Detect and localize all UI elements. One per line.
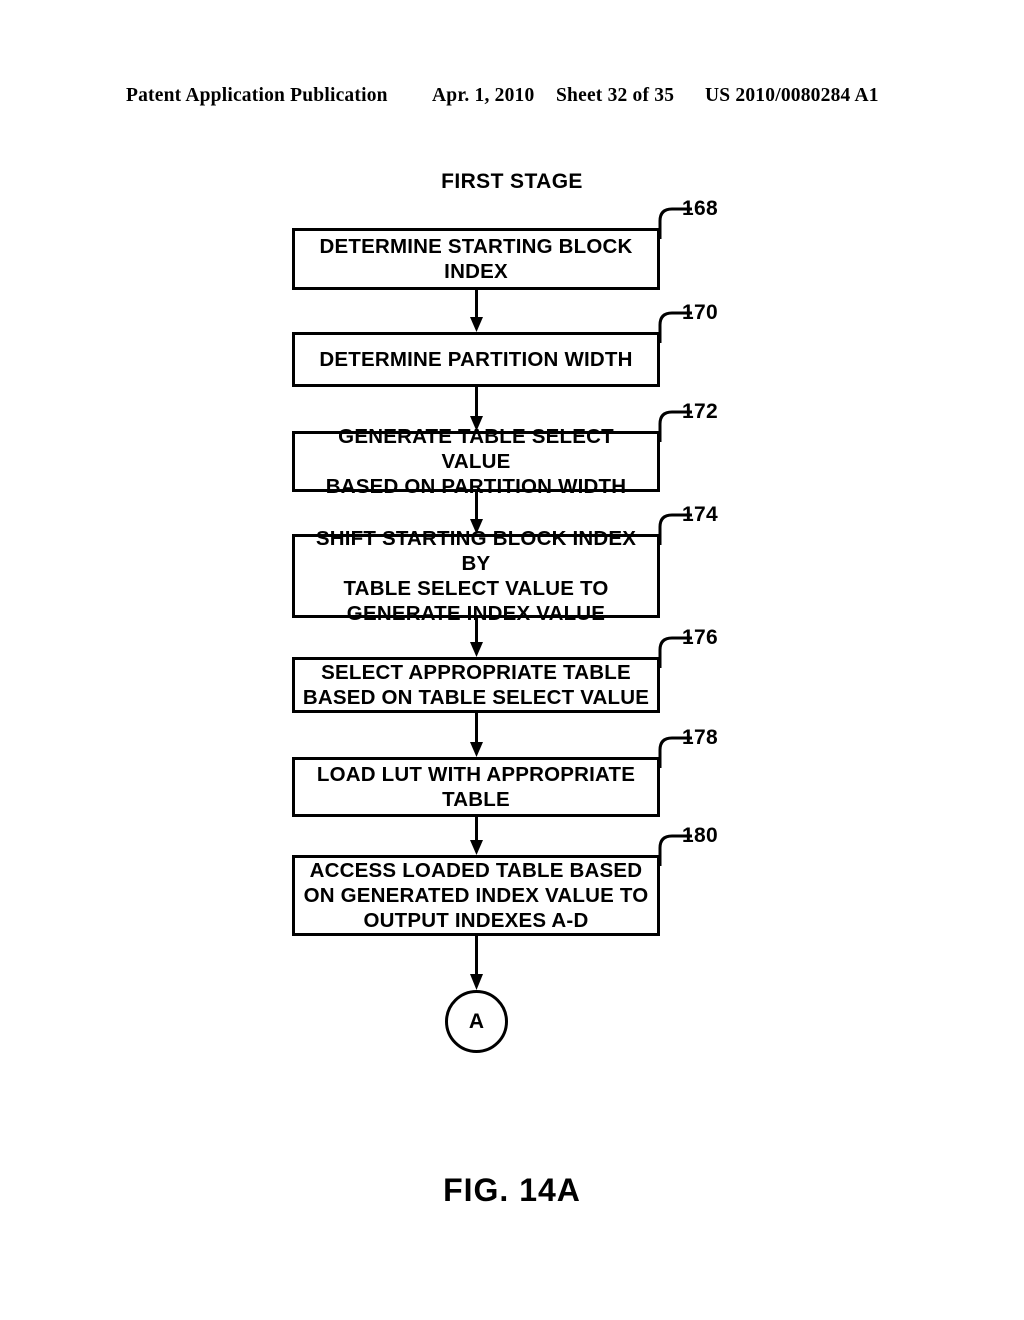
- reference-numeral-176: 176: [682, 626, 718, 649]
- process-box-170: DETERMINE PARTITION WIDTH: [292, 332, 660, 387]
- process-box-176: SELECT APPROPRIATE TABLE BASED ON TABLE …: [292, 657, 660, 713]
- flowchart-diagram: FIRST STAGE DETERMINE STARTING BLOCK IND…: [0, 0, 1024, 1320]
- process-box-176-label: SELECT APPROPRIATE TABLE BASED ON TABLE …: [302, 661, 650, 709]
- arrow-180-to-connector-a: [469, 936, 484, 990]
- process-box-168: DETERMINE STARTING BLOCK INDEX: [292, 228, 660, 290]
- arrow-178-to-180: [469, 817, 484, 855]
- reference-numeral-180: 180: [682, 824, 718, 847]
- connector-circle-a: A: [445, 990, 508, 1053]
- process-box-180-label: ACCESS LOADED TABLE BASED ON GENERATED I…: [303, 859, 649, 932]
- process-box-180: ACCESS LOADED TABLE BASED ON GENERATED I…: [292, 855, 660, 936]
- stage-title: FIRST STAGE: [441, 170, 583, 193]
- process-box-178: LOAD LUT WITH APPROPRIATE TABLE: [292, 757, 660, 817]
- reference-numeral-172: 172: [682, 400, 718, 423]
- process-box-168-label: DETERMINE STARTING BLOCK INDEX: [319, 235, 633, 283]
- process-box-172-label: GENERATE TABLE SELECT VALUE BASED ON PAR…: [325, 425, 627, 498]
- process-box-170-label: DETERMINE PARTITION WIDTH: [319, 348, 633, 371]
- process-box-174: SHIFT STARTING BLOCK INDEX BY TABLE SELE…: [292, 527, 660, 625]
- process-box-174-label: SHIFT STARTING BLOCK INDEX BY TABLE SELE…: [315, 527, 637, 625]
- reference-numeral-168: 168: [682, 197, 718, 220]
- arrow-176-to-178: [469, 713, 484, 757]
- reference-numeral-174: 174: [682, 503, 718, 526]
- process-box-172: GENERATE TABLE SELECT VALUE BASED ON PAR…: [292, 425, 660, 498]
- connector-circle-a-label: A: [468, 1010, 485, 1033]
- figure-caption: FIG. 14A: [443, 1172, 581, 1208]
- arrow-168-to-170: [469, 290, 484, 332]
- process-box-178-label: LOAD LUT WITH APPROPRIATE TABLE: [316, 763, 636, 811]
- arrow-174-to-176: [469, 618, 484, 657]
- reference-numeral-170: 170: [682, 301, 718, 324]
- reference-numeral-178: 178: [682, 726, 718, 749]
